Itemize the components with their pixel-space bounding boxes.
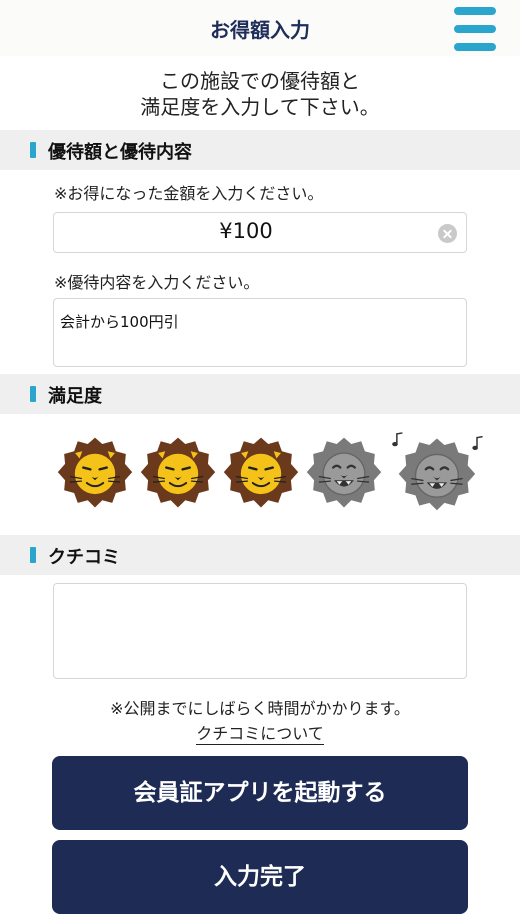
review-info-link-wrap: クチコミについて: [0, 720, 520, 745]
detail-note: ※優待内容を入力ください。: [54, 273, 260, 292]
review-textarea[interactable]: [53, 583, 467, 679]
section-header-review: クチコミ: [0, 535, 520, 575]
detail-value: 会計から100円引: [60, 313, 179, 331]
section-header-benefit: 優待額と優待内容: [0, 130, 520, 170]
detail-textarea[interactable]: 会計から100円引: [53, 298, 467, 367]
intro-line-1: この施設での優待額と: [160, 69, 360, 93]
section-header-satisfaction: 満足度: [0, 374, 520, 414]
intro-line-2: 満足度を入力して下さい。: [140, 95, 380, 119]
lion-rating-4-icon[interactable]: [305, 432, 383, 514]
lion-rating-2-icon[interactable]: [139, 432, 217, 514]
lion-rating-1-icon[interactable]: [56, 432, 134, 514]
review-info-link[interactable]: クチコミについて: [196, 724, 324, 745]
section-title: クチコミ: [48, 547, 120, 568]
amount-input[interactable]: ¥100: [53, 212, 467, 253]
lion-rating-5-icon[interactable]: [388, 432, 484, 514]
complete-button[interactable]: 入力完了: [52, 840, 468, 914]
lion-rating-3-icon[interactable]: [222, 432, 300, 514]
section-title: 優待額と優待内容: [48, 142, 192, 163]
clear-icon[interactable]: [438, 224, 457, 243]
amount-value: ¥100: [219, 219, 273, 243]
section-marker: [30, 142, 36, 158]
header-bar: お得額入力: [0, 0, 520, 56]
section-title: 満足度: [48, 386, 102, 407]
launch-app-button[interactable]: 会員証アプリを起動する: [52, 756, 468, 830]
intro-text: この施設での優待額と 満足度を入力して下さい。: [0, 68, 520, 120]
hamburger-menu-icon[interactable]: [454, 7, 496, 51]
section-marker: [30, 547, 36, 563]
section-marker: [30, 386, 36, 402]
review-disclaimer: ※公開までにしばらく時間がかかります。: [110, 699, 410, 718]
page-title: お得額入力: [210, 18, 310, 42]
amount-note: ※お得になった金額を入力ください。: [54, 184, 324, 203]
satisfaction-rating: [56, 432, 486, 522]
